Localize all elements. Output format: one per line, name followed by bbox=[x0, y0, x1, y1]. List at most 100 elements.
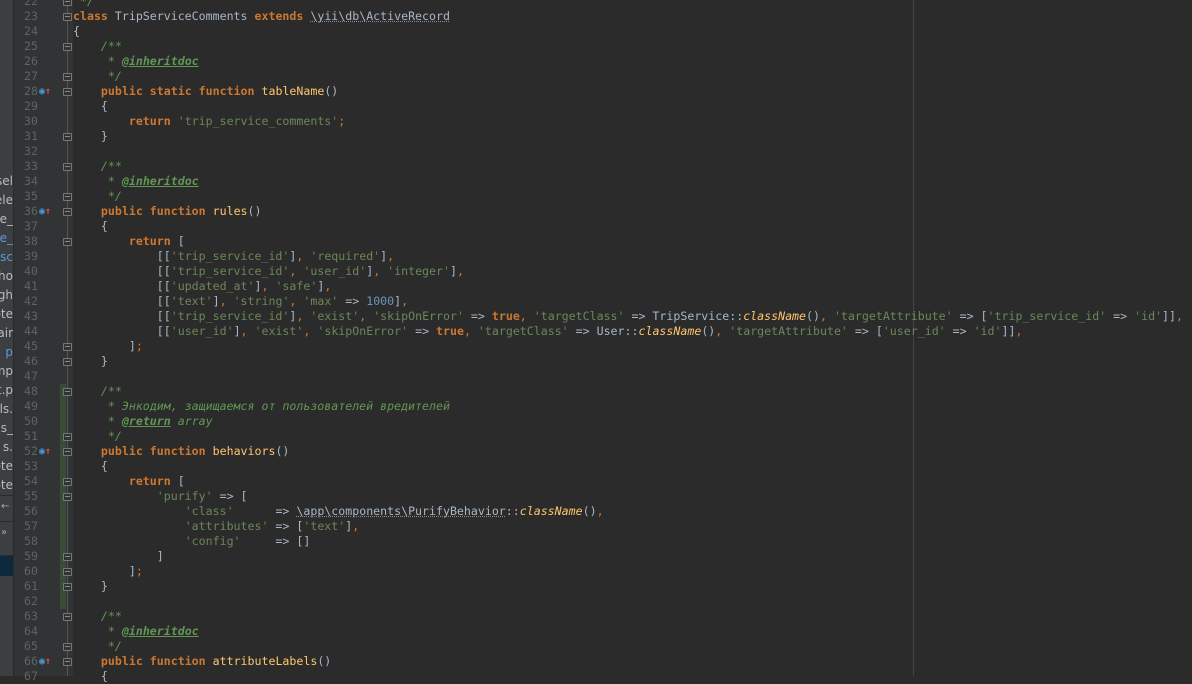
code-text: { bbox=[73, 98, 108, 113]
line-number: 24 bbox=[24, 23, 38, 38]
project-tree-item[interactable]: sel bbox=[0, 172, 13, 191]
fold-marker-icon[interactable] bbox=[63, 132, 72, 141]
fold-marker-icon[interactable] bbox=[63, 657, 72, 666]
line-number: 35 bbox=[24, 188, 38, 203]
fold-marker-icon[interactable] bbox=[63, 567, 72, 576]
code-text: return 'trip_service_comments'; bbox=[128, 113, 346, 128]
line-number: 31 bbox=[24, 128, 38, 143]
line-number: 54 bbox=[24, 473, 38, 488]
line-number: 47 bbox=[24, 368, 38, 383]
override-method-icon[interactable]: ◉↑ bbox=[39, 654, 53, 669]
arrow-left-icon[interactable]: ← bbox=[1, 501, 9, 512]
code-text: return [ bbox=[128, 233, 185, 248]
fold-marker-icon[interactable] bbox=[63, 582, 72, 591]
line-number: 66 bbox=[24, 653, 38, 668]
code-text: 'attributes' => ['text'], bbox=[184, 518, 360, 533]
code-text: [['updated_at'], 'safe'], bbox=[73, 278, 332, 293]
fold-marker-icon[interactable] bbox=[63, 432, 72, 441]
code-text: * Энкодим, защищаемся от пользователей в… bbox=[73, 398, 450, 413]
panel-separator bbox=[0, 521, 13, 522]
fold-marker-icon[interactable] bbox=[63, 342, 72, 351]
code-text: * @inheritdoc bbox=[73, 623, 199, 638]
project-tree-item[interactable]: mp bbox=[0, 362, 13, 381]
code-text: { bbox=[73, 458, 108, 473]
project-tree-item[interactable]: s. bbox=[3, 438, 13, 457]
fold-marker-icon[interactable] bbox=[63, 612, 72, 621]
fold-marker-icon[interactable] bbox=[63, 552, 72, 561]
line-number: 59 bbox=[24, 548, 38, 563]
line-number: 27 bbox=[24, 68, 38, 83]
code-text: } bbox=[73, 578, 108, 593]
project-tree-item[interactable]: els. bbox=[0, 400, 13, 419]
fold-marker-icon[interactable] bbox=[63, 447, 72, 456]
code-text: /** bbox=[73, 383, 122, 398]
project-tree-item[interactable]: t.p bbox=[0, 381, 13, 400]
code-text: * @inheritdoc bbox=[73, 173, 199, 188]
override-method-icon[interactable]: ◉↑ bbox=[39, 204, 53, 219]
fold-marker-icon[interactable] bbox=[63, 387, 72, 396]
project-tree-item[interactable]: e_ bbox=[0, 210, 13, 229]
code-text: */ bbox=[73, 428, 122, 443]
code-text: 'purify' => [ bbox=[156, 488, 248, 503]
override-method-icon[interactable]: ◉↑ bbox=[39, 84, 53, 99]
code-text: [['trip_service_id'], 'exist', 'skipOnEr… bbox=[73, 308, 1183, 323]
fold-marker-icon[interactable] bbox=[63, 477, 72, 486]
fold-marker-icon[interactable] bbox=[63, 42, 72, 51]
project-tree-item[interactable]: gh bbox=[0, 286, 13, 305]
fold-marker-icon[interactable] bbox=[63, 72, 72, 81]
project-tree-item[interactable]: esc bbox=[0, 248, 13, 267]
line-number: 36 bbox=[24, 203, 38, 218]
code-text: 'config' => [] bbox=[184, 533, 311, 548]
line-number: 43 bbox=[24, 308, 38, 323]
fold-marker-icon[interactable] bbox=[63, 642, 72, 651]
project-tree-item[interactable]: els_ bbox=[0, 419, 13, 438]
code-text: [['trip_service_id'], 'required'], bbox=[73, 248, 395, 263]
code-text: ]; bbox=[73, 338, 143, 353]
override-method-icon[interactable]: ◉↑ bbox=[39, 444, 53, 459]
line-number: 58 bbox=[24, 533, 38, 548]
code-text: } bbox=[73, 128, 108, 143]
line-number: 53 bbox=[24, 458, 38, 473]
code-text: { bbox=[73, 218, 108, 233]
code-text: * @inheritdoc bbox=[73, 53, 199, 68]
double-chevron-right-icon[interactable]: » bbox=[1, 527, 7, 538]
fold-marker-icon[interactable] bbox=[63, 207, 72, 216]
line-number: 39 bbox=[24, 248, 38, 263]
fold-marker-icon[interactable] bbox=[63, 192, 72, 201]
panel-separator bbox=[0, 495, 13, 496]
code-text: class TripServiceComments extends \yii\d… bbox=[73, 8, 450, 23]
fold-marker-icon[interactable] bbox=[63, 0, 72, 6]
line-number: 28 bbox=[24, 83, 38, 98]
line-number: 22 bbox=[24, 0, 38, 8]
project-tree-item[interactable]: p bbox=[5, 343, 13, 362]
fold-marker-icon[interactable] bbox=[63, 237, 72, 246]
project-tree-item[interactable]: air bbox=[0, 324, 13, 343]
project-tree-item[interactable]: ele bbox=[0, 191, 13, 210]
code-text: [['user_id'], 'exist', 'skipOnError' => … bbox=[73, 323, 1023, 338]
line-number: 51 bbox=[24, 428, 38, 443]
code-text: */ bbox=[73, 188, 122, 203]
fold-marker-icon[interactable] bbox=[63, 357, 72, 366]
project-tree-item[interactable]: ote bbox=[0, 457, 13, 476]
line-number: 26 bbox=[24, 53, 38, 68]
line-number: 48 bbox=[24, 383, 38, 398]
code-text: */ bbox=[73, 68, 122, 83]
code-text: */ bbox=[73, 638, 122, 653]
project-tree-item[interactable]: e_ bbox=[0, 229, 13, 248]
project-tree-item[interactable]: ote bbox=[0, 476, 13, 495]
code-text: { bbox=[73, 668, 108, 683]
line-number: 60 bbox=[24, 563, 38, 578]
project-tree-item[interactable]: ote bbox=[0, 305, 13, 324]
line-number: 33 bbox=[24, 158, 38, 173]
code-text: */ bbox=[73, 0, 94, 8]
line-number: 46 bbox=[24, 353, 38, 368]
selected-row[interactable] bbox=[0, 556, 13, 576]
project-panel: selelee_e_eschoghoteairpmpt.pels.els_s.o… bbox=[0, 0, 14, 676]
fold-marker-icon[interactable] bbox=[63, 162, 72, 171]
fold-marker-icon[interactable] bbox=[63, 12, 72, 21]
fold-marker-icon[interactable] bbox=[63, 492, 72, 501]
project-tree-item[interactable]: ho bbox=[0, 267, 13, 286]
code-text: public function attributeLabels() bbox=[100, 653, 332, 668]
code-text: * @return array bbox=[73, 413, 213, 428]
fold-marker-icon[interactable] bbox=[63, 87, 72, 96]
